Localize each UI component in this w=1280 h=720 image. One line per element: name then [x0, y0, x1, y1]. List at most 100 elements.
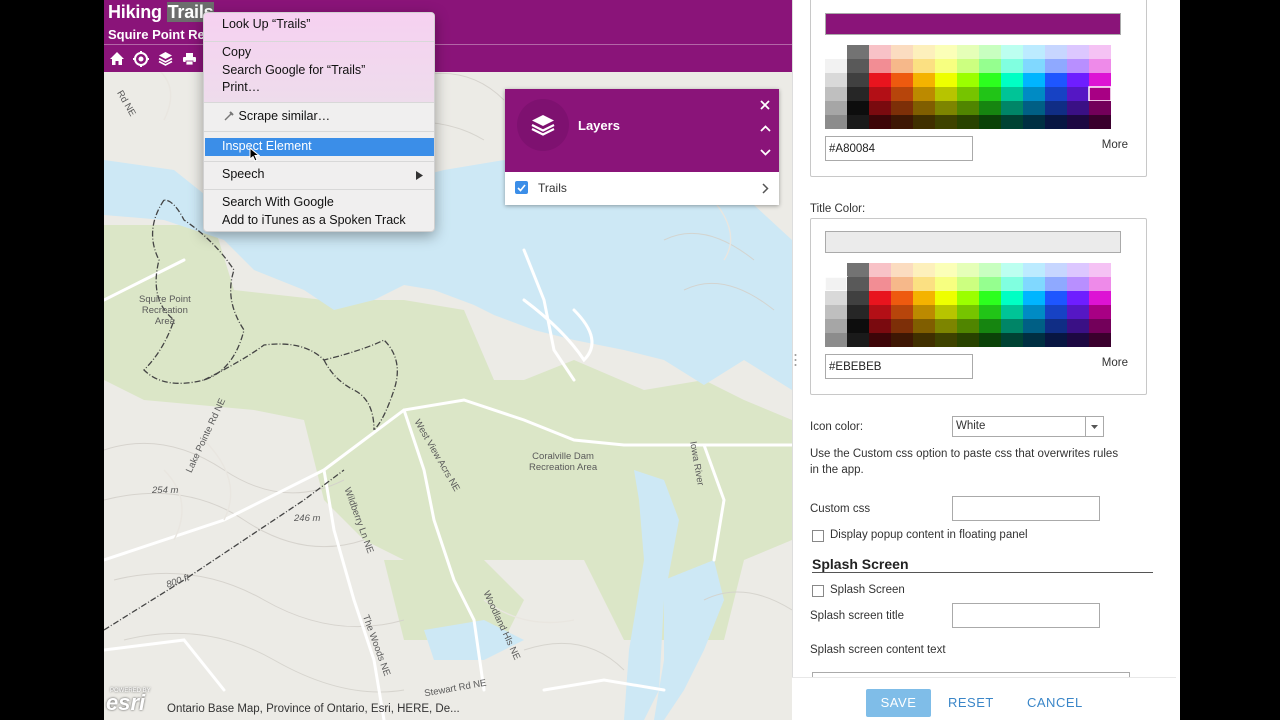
splash-screen-checkbox[interactable]: [812, 585, 824, 597]
color-swatch[interactable]: [1045, 277, 1067, 291]
color-swatch[interactable]: [1001, 87, 1023, 101]
color-swatch[interactable]: [979, 73, 1001, 87]
color-swatch[interactable]: [1067, 45, 1089, 59]
save-button[interactable]: SAVE: [866, 689, 931, 717]
color-swatch[interactable]: [1067, 263, 1089, 277]
color-swatch[interactable]: [957, 305, 979, 319]
color-swatch[interactable]: [869, 87, 891, 101]
color-swatch[interactable]: [957, 115, 979, 129]
color-swatch[interactable]: [1045, 101, 1067, 115]
color-swatch[interactable]: [913, 73, 935, 87]
title-color-hex-input[interactable]: #EBEBEB: [825, 354, 973, 379]
color-swatch[interactable]: [913, 277, 935, 291]
color-swatch[interactable]: [1045, 263, 1067, 277]
color-swatch[interactable]: [1089, 73, 1111, 87]
menu-item-scrape-similar[interactable]: Scrape similar…: [224, 109, 330, 123]
close-icon[interactable]: [757, 97, 773, 113]
color-swatch[interactable]: [1001, 277, 1023, 291]
color-swatch[interactable]: [825, 73, 847, 87]
color-swatch[interactable]: [935, 291, 957, 305]
color-swatch[interactable]: [979, 277, 1001, 291]
color-swatch[interactable]: [1045, 291, 1067, 305]
color-swatch[interactable]: [847, 115, 869, 129]
color-swatch[interactable]: [1023, 291, 1045, 305]
custom-css-input[interactable]: [952, 496, 1100, 521]
color-swatch[interactable]: [979, 59, 1001, 73]
color-swatch[interactable]: [979, 305, 1001, 319]
color-swatch[interactable]: [869, 277, 891, 291]
color-swatch[interactable]: [935, 59, 957, 73]
color-swatch[interactable]: [979, 333, 1001, 347]
menu-item-search-with-google[interactable]: Search With Google: [222, 195, 334, 209]
color-swatch[interactable]: [869, 101, 891, 115]
color-swatch[interactable]: [1089, 277, 1111, 291]
locate-icon[interactable]: [132, 50, 150, 67]
splash-title-input[interactable]: [952, 603, 1100, 628]
color-swatch[interactable]: [957, 101, 979, 115]
color-palette-grid[interactable]: [825, 263, 1121, 347]
color-swatch[interactable]: [1067, 59, 1089, 73]
color-swatch[interactable]: [935, 305, 957, 319]
color-swatch[interactable]: [891, 305, 913, 319]
color-swatch[interactable]: [891, 333, 913, 347]
color-swatch[interactable]: [869, 263, 891, 277]
color-swatch[interactable]: [825, 59, 847, 73]
color-palette-grid[interactable]: [825, 45, 1121, 129]
color-swatch[interactable]: [979, 319, 1001, 333]
color-swatch[interactable]: [1089, 319, 1111, 333]
color-swatch[interactable]: [1023, 59, 1045, 73]
layer-item-trails[interactable]: Trails: [505, 172, 779, 205]
color-swatch[interactable]: [913, 319, 935, 333]
color-swatch[interactable]: [913, 305, 935, 319]
color-swatch[interactable]: [825, 45, 847, 59]
color-swatch[interactable]: [1067, 101, 1089, 115]
color-swatch[interactable]: [869, 319, 891, 333]
color-swatch[interactable]: [1001, 319, 1023, 333]
color-swatch[interactable]: [891, 45, 913, 59]
color-swatch[interactable]: [847, 45, 869, 59]
color-swatch[interactable]: [869, 45, 891, 59]
color-swatch[interactable]: [913, 87, 935, 101]
print-icon[interactable]: [180, 50, 198, 67]
color-swatch[interactable]: [847, 59, 869, 73]
color-swatch[interactable]: [1089, 333, 1111, 347]
color-swatch[interactable]: [891, 59, 913, 73]
color-swatch[interactable]: [1067, 87, 1089, 101]
color-swatch[interactable]: [1023, 73, 1045, 87]
icon-color-select[interactable]: White: [952, 416, 1104, 437]
color-swatch[interactable]: [979, 263, 1001, 277]
color-swatch[interactable]: [1045, 319, 1067, 333]
cancel-button[interactable]: CANCEL: [1027, 689, 1083, 717]
color-swatch[interactable]: [1001, 263, 1023, 277]
color-swatch[interactable]: [825, 263, 847, 277]
color-swatch[interactable]: [979, 45, 1001, 59]
color-swatch[interactable]: [1045, 333, 1067, 347]
color-swatch[interactable]: [1089, 291, 1111, 305]
color-swatch[interactable]: [1001, 101, 1023, 115]
color-swatch[interactable]: [825, 115, 847, 129]
color-swatch[interactable]: [957, 291, 979, 305]
color-swatch[interactable]: [979, 87, 1001, 101]
color-swatch[interactable]: [1001, 333, 1023, 347]
color-swatch[interactable]: [869, 291, 891, 305]
color-swatch[interactable]: [1023, 115, 1045, 129]
color-swatch[interactable]: [935, 87, 957, 101]
color-swatch[interactable]: [935, 263, 957, 277]
color-swatch[interactable]: [1067, 305, 1089, 319]
color-swatch[interactable]: [825, 305, 847, 319]
color-swatch[interactable]: [935, 115, 957, 129]
color-swatch[interactable]: [1089, 45, 1111, 59]
color-swatch[interactable]: [1045, 45, 1067, 59]
color-swatch[interactable]: [869, 333, 891, 347]
color-swatch[interactable]: [1023, 277, 1045, 291]
color-swatch[interactable]: [891, 101, 913, 115]
color-swatch[interactable]: [957, 277, 979, 291]
color-swatch[interactable]: [891, 115, 913, 129]
color-swatch[interactable]: [869, 305, 891, 319]
menu-item-copy[interactable]: Copy: [222, 45, 251, 59]
menu-item-speech[interactable]: Speech: [222, 167, 264, 181]
color-swatch[interactable]: [1045, 87, 1067, 101]
color-swatch[interactable]: [847, 333, 869, 347]
color-swatch[interactable]: [891, 277, 913, 291]
color-swatch[interactable]: [1001, 291, 1023, 305]
